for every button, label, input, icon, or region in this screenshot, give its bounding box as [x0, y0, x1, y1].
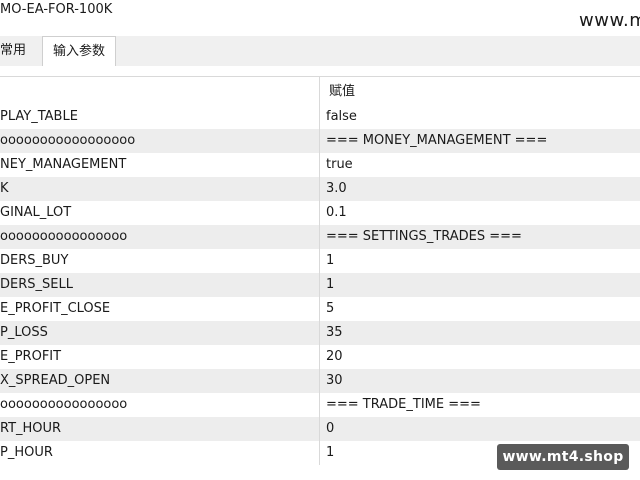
parameter-value[interactable]: 0.1: [326, 201, 636, 225]
parameter-value[interactable]: 1: [326, 249, 636, 273]
table-row[interactable]: NEY_MANAGEMENT true: [0, 153, 640, 177]
watermark-badge: www.mt4.shop: [497, 444, 629, 470]
title-bar: MO-EA-FOR-100K www.mt: [0, 0, 640, 36]
parameter-name: DERS_SELL: [0, 277, 73, 292]
window-title: MO-EA-FOR-100K: [0, 2, 113, 17]
parameter-name-cell: oooooooooooooooo: [0, 393, 320, 417]
table-row[interactable]: P_LOSS 35: [0, 321, 640, 345]
parameter-name-cell: PLAY_TABLE: [0, 105, 320, 129]
parameter-value[interactable]: 20: [326, 345, 636, 369]
parameter-name: DERS_BUY: [0, 253, 69, 268]
parameter-value[interactable]: 0: [326, 417, 636, 441]
table-row[interactable]: K 3.0: [0, 177, 640, 201]
parameter-name-cell: DERS_SELL: [0, 273, 320, 297]
parameter-name: RT_HOUR: [0, 421, 62, 436]
table-row[interactable]: E_PROFIT_CLOSE 5: [0, 297, 640, 321]
table-row[interactable]: DERS_SELL 1: [0, 273, 640, 297]
parameter-name: oooooooooooooooo: [0, 229, 128, 244]
table-row[interactable]: ooooooooooooooooo === MONEY_MANAGEMENT ==…: [0, 129, 640, 153]
table-row[interactable]: E_PROFIT 20: [0, 345, 640, 369]
table-row[interactable]: RT_HOUR 0: [0, 417, 640, 441]
table-row[interactable]: oooooooooooooooo === SETTINGS_TRADES ===: [0, 225, 640, 249]
tab-common-label: 常用: [0, 43, 27, 58]
parameter-name-cell: RT_HOUR: [0, 417, 320, 441]
parameter-value[interactable]: true: [326, 153, 636, 177]
parameter-value[interactable]: 30: [326, 369, 636, 393]
parameter-name: P_HOUR: [0, 445, 53, 460]
header-value-label: 赋值: [329, 84, 356, 99]
parameter-value[interactable]: 1: [326, 273, 636, 297]
tab-input-parameters-label: 输入参数: [52, 44, 105, 59]
parameter-name-cell: K: [0, 177, 320, 201]
parameter-name-cell: P_LOSS: [0, 321, 320, 345]
parameter-value[interactable]: === TRADE_TIME ===: [326, 393, 636, 417]
parameter-value[interactable]: 3.0: [326, 177, 636, 201]
parameter-name-cell: NEY_MANAGEMENT: [0, 153, 320, 177]
parameter-name: E_PROFIT: [0, 349, 62, 364]
table-row[interactable]: DERS_BUY 1: [0, 249, 640, 273]
parameter-value[interactable]: === MONEY_MANAGEMENT ===: [326, 129, 636, 153]
parameter-name-cell: ooooooooooooooooo: [0, 129, 320, 153]
parameter-name: oooooooooooooooo: [0, 397, 128, 412]
table-row[interactable]: PLAY_TABLE false: [0, 105, 640, 129]
parameters-table: 赋值 PLAY_TABLE false ooooooooooooooooo === M…: [0, 76, 640, 465]
parameter-name: K: [0, 181, 9, 196]
watermark-text-top: www.mt: [579, 10, 640, 31]
parameter-name-cell: oooooooooooooooo: [0, 225, 320, 249]
parameter-name-cell: X_SPREAD_OPEN: [0, 369, 320, 393]
table-header: 赋值: [0, 77, 640, 105]
parameter-name: E_PROFIT_CLOSE: [0, 301, 111, 316]
parameter-name: P_LOSS: [0, 325, 48, 340]
parameter-value[interactable]: false: [326, 105, 636, 129]
parameter-name-cell: GINAL_LOT: [0, 201, 320, 225]
parameter-name-cell: DERS_BUY: [0, 249, 320, 273]
parameter-value[interactable]: 35: [326, 321, 636, 345]
parameter-name: ooooooooooooooooo: [0, 133, 136, 148]
parameter-name: PLAY_TABLE: [0, 109, 78, 124]
table-row[interactable]: oooooooooooooooo === TRADE_TIME ===: [0, 393, 640, 417]
parameter-name-cell: E_PROFIT: [0, 345, 320, 369]
parameter-name-cell: E_PROFIT_CLOSE: [0, 297, 320, 321]
table-row[interactable]: GINAL_LOT 0.1: [0, 201, 640, 225]
parameter-name-cell: P_HOUR: [0, 441, 320, 465]
tab-input-parameters[interactable]: 输入参数: [42, 36, 116, 66]
parameter-name: GINAL_LOT: [0, 205, 72, 220]
table-row[interactable]: X_SPREAD_OPEN 30: [0, 369, 640, 393]
tab-common[interactable]: 常用: [0, 36, 42, 66]
header-value-column: 赋值: [326, 77, 636, 105]
table-body: PLAY_TABLE false ooooooooooooooooo === MONE…: [0, 105, 640, 465]
parameter-value[interactable]: === SETTINGS_TRADES ===: [326, 225, 636, 249]
parameter-name: NEY_MANAGEMENT: [0, 157, 127, 172]
header-variable-column: [0, 77, 320, 105]
parameter-name: X_SPREAD_OPEN: [0, 373, 111, 388]
parameter-value[interactable]: 5: [326, 297, 636, 321]
tab-bar: 常用 输入参数: [0, 36, 640, 66]
